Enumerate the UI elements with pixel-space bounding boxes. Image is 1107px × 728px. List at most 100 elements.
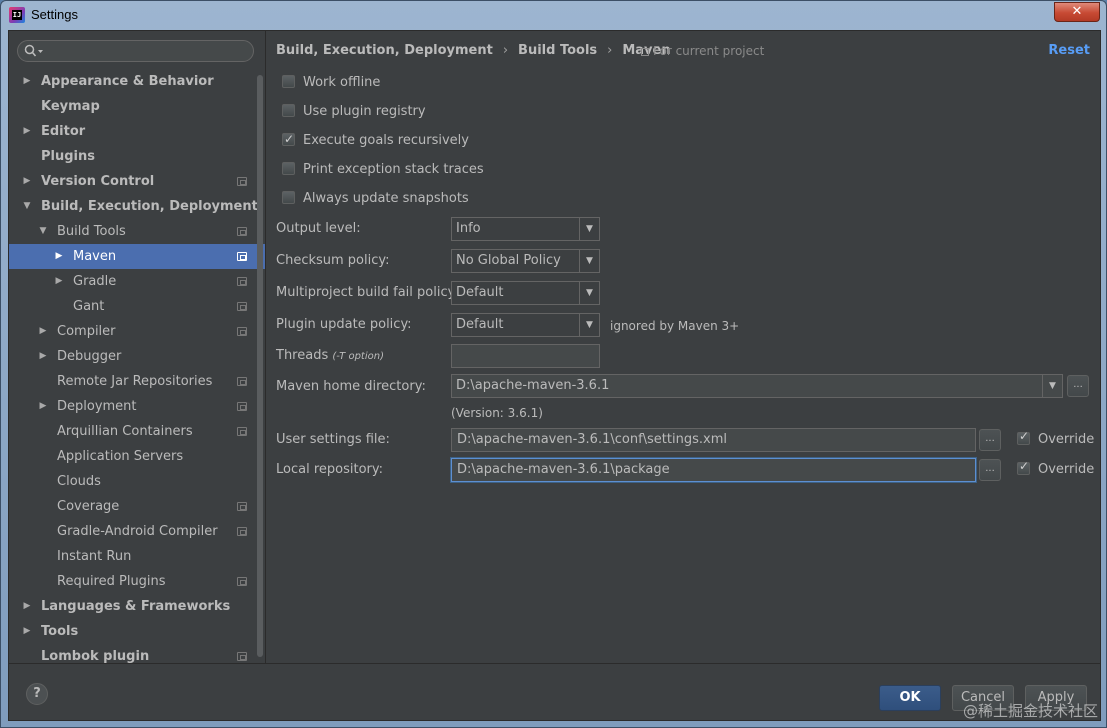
breadcrumb-build-execution-deployment[interactable]: Build, Execution, Deployment: [276, 43, 493, 58]
checkbox-box-checked[interactable]: [1017, 459, 1030, 475]
chevron-down-icon[interactable]: ▼: [1042, 375, 1062, 397]
sidebar-item-coverage[interactable]: Coverage: [9, 494, 265, 519]
execute-goals-recursively-checkbox[interactable]: Execute goals recursively: [282, 130, 469, 150]
multiproject-fail-policy-label: Multiproject build fail policy:: [276, 285, 459, 300]
dialog-client-area: ▶ Appearance & Behavior Keymap ▶ Editor Plugi…: [8, 30, 1101, 721]
sidebar-item-maven[interactable]: ▶ Maven: [9, 244, 265, 269]
search-input[interactable]: [46, 43, 246, 59]
sidebar-item-version-control[interactable]: ▶ Version Control: [9, 169, 265, 194]
sidebar-item-label: Lombok plugin: [41, 649, 150, 664]
help-button[interactable]: ?: [26, 683, 48, 705]
collapsed-arrow-icon[interactable]: ▶: [37, 344, 49, 369]
sidebar-item-label: Compiler: [57, 324, 116, 339]
output-level-select[interactable]: Info ▼: [451, 217, 600, 241]
sidebar-item-clouds[interactable]: Clouds: [9, 469, 265, 494]
reset-link[interactable]: Reset: [1048, 43, 1090, 58]
search-icon[interactable]: [24, 44, 46, 58]
sidebar-item-languages-frameworks[interactable]: ▶ Languages & Frameworks: [9, 594, 265, 619]
chevron-down-icon[interactable]: ▼: [579, 282, 599, 304]
project-scope-icon: [237, 277, 247, 286]
sidebar-item-gant[interactable]: Gant: [9, 294, 265, 319]
sidebar-item-tools[interactable]: ▶ Tools: [9, 619, 265, 644]
sidebar-item-debugger[interactable]: ▶ Debugger: [9, 344, 265, 369]
user-settings-override-label: Override: [1038, 432, 1095, 447]
chevron-down-icon[interactable]: ▼: [579, 314, 599, 336]
for-current-project-text: For current project: [653, 44, 765, 58]
maven-home-value: D:\apache-maven-3.6.1: [456, 378, 610, 393]
checkbox-box[interactable]: [282, 104, 295, 117]
sidebar-item-gradle-android-compiler[interactable]: Gradle-Android Compiler: [9, 519, 265, 544]
chevron-down-icon[interactable]: ▼: [579, 218, 599, 240]
sidebar-item-keymap[interactable]: Keymap: [9, 94, 265, 119]
use-plugin-registry-checkbox[interactable]: Use plugin registry: [282, 103, 426, 121]
title-bar[interactable]: IJ Settings ✕: [1, 1, 1106, 29]
collapsed-arrow-icon[interactable]: ▶: [21, 619, 33, 644]
checksum-policy-select[interactable]: No Global Policy ▼: [451, 249, 600, 273]
watermark-text: @稀土掘金技术社区: [962, 702, 1098, 720]
sidebar-scrollbar[interactable]: [257, 75, 263, 657]
sidebar-item-remote-jar-repositories[interactable]: Remote Jar Repositories: [9, 369, 265, 394]
breadcrumb-separator: ›: [502, 43, 509, 58]
project-scope-icon: [237, 327, 247, 336]
collapsed-arrow-icon[interactable]: ▶: [53, 269, 65, 294]
sidebar-item-label: Keymap: [41, 99, 100, 114]
maven-home-select[interactable]: D:\apache-maven-3.6.1 ▼: [451, 374, 1063, 398]
sidebar-item-editor[interactable]: ▶ Editor: [9, 119, 265, 144]
user-settings-browse-button[interactable]: ...: [979, 429, 1001, 451]
close-window-button[interactable]: ✕: [1054, 2, 1100, 22]
sidebar-item-label: Appearance & Behavior: [41, 74, 214, 89]
work-offline-checkbox[interactable]: Work offline: [282, 74, 380, 92]
expanded-arrow-icon[interactable]: ▼: [21, 194, 33, 219]
ok-button[interactable]: OK: [879, 685, 941, 711]
print-exception-stack-traces-checkbox[interactable]: Print exception stack traces: [282, 161, 484, 179]
sidebar-item-required-plugins[interactable]: Required Plugins: [9, 569, 265, 594]
local-repository-override-checkbox[interactable]: Override: [1017, 459, 1094, 477]
checksum-policy-value: No Global Policy: [456, 253, 561, 268]
sidebar-item-instant-run[interactable]: Instant Run: [9, 544, 265, 569]
checkbox-box[interactable]: [282, 162, 295, 175]
checkbox-box[interactable]: [282, 191, 295, 204]
sidebar-item-lombok-plugin[interactable]: Lombok plugin: [9, 644, 265, 669]
sidebar-item-build-execution-deployment[interactable]: ▼ Build, Execution, Deployment: [9, 194, 265, 219]
sidebar-item-deployment[interactable]: ▶ Deployment: [9, 394, 265, 419]
threads-input[interactable]: [451, 344, 600, 368]
collapsed-arrow-icon[interactable]: ▶: [21, 69, 33, 94]
collapsed-arrow-icon[interactable]: ▶: [53, 244, 65, 269]
checkbox-box-checked[interactable]: [1017, 429, 1030, 445]
always-update-snapshots-checkbox[interactable]: Always update snapshots: [282, 190, 469, 208]
maven-home-browse-button[interactable]: ...: [1067, 375, 1089, 397]
collapsed-arrow-icon[interactable]: ▶: [37, 319, 49, 344]
sidebar-item-gradle[interactable]: ▶ Gradle: [9, 269, 265, 294]
user-settings-override-checkbox[interactable]: Override: [1017, 429, 1095, 447]
expanded-arrow-icon[interactable]: ▼: [37, 219, 49, 244]
print-exception-stack-traces-label: Print exception stack traces: [303, 162, 484, 177]
sidebar-item-build-tools[interactable]: ▼ Build Tools: [9, 219, 265, 244]
sidebar-item-arquillian-containers[interactable]: Arquillian Containers: [9, 419, 265, 444]
sidebar-item-application-servers[interactable]: Application Servers: [9, 444, 265, 469]
settings-search-box[interactable]: [17, 40, 254, 62]
collapsed-arrow-icon[interactable]: ▶: [37, 394, 49, 419]
local-repository-browse-button[interactable]: ...: [979, 459, 1001, 481]
window-title: Settings: [31, 7, 78, 22]
sidebar-item-compiler[interactable]: ▶ Compiler: [9, 319, 265, 344]
sidebar-item-plugins[interactable]: Plugins: [9, 144, 265, 169]
plugin-update-policy-select[interactable]: Default ▼: [451, 313, 600, 337]
plugin-update-note: ignored by Maven 3+: [610, 319, 740, 333]
work-offline-label: Work offline: [303, 75, 381, 90]
collapsed-arrow-icon[interactable]: ▶: [21, 119, 33, 144]
user-settings-file-input[interactable]: D:\apache-maven-3.6.1\conf\settings.xml: [451, 428, 976, 452]
sidebar-item-label: Arquillian Containers: [57, 424, 193, 439]
checkbox-box[interactable]: [282, 75, 295, 88]
project-scope-icon: [641, 48, 649, 56]
checkbox-box-checked[interactable]: [282, 130, 295, 148]
breadcrumb-build-tools[interactable]: Build Tools: [518, 43, 597, 58]
sidebar-item-label: Coverage: [57, 499, 120, 514]
collapsed-arrow-icon[interactable]: ▶: [21, 594, 33, 619]
chevron-down-icon[interactable]: ▼: [579, 250, 599, 272]
sidebar-item-label: Build, Execution, Deployment: [41, 199, 258, 214]
multiproject-fail-policy-select[interactable]: Default ▼: [451, 281, 600, 305]
collapsed-arrow-icon[interactable]: ▶: [21, 169, 33, 194]
sidebar-item-appearance-behavior[interactable]: ▶ Appearance & Behavior: [9, 69, 265, 94]
breadcrumb: Build, Execution, Deployment › Build Tools…: [276, 43, 671, 61]
local-repository-input[interactable]: D:\apache-maven-3.6.1\package: [451, 458, 976, 482]
